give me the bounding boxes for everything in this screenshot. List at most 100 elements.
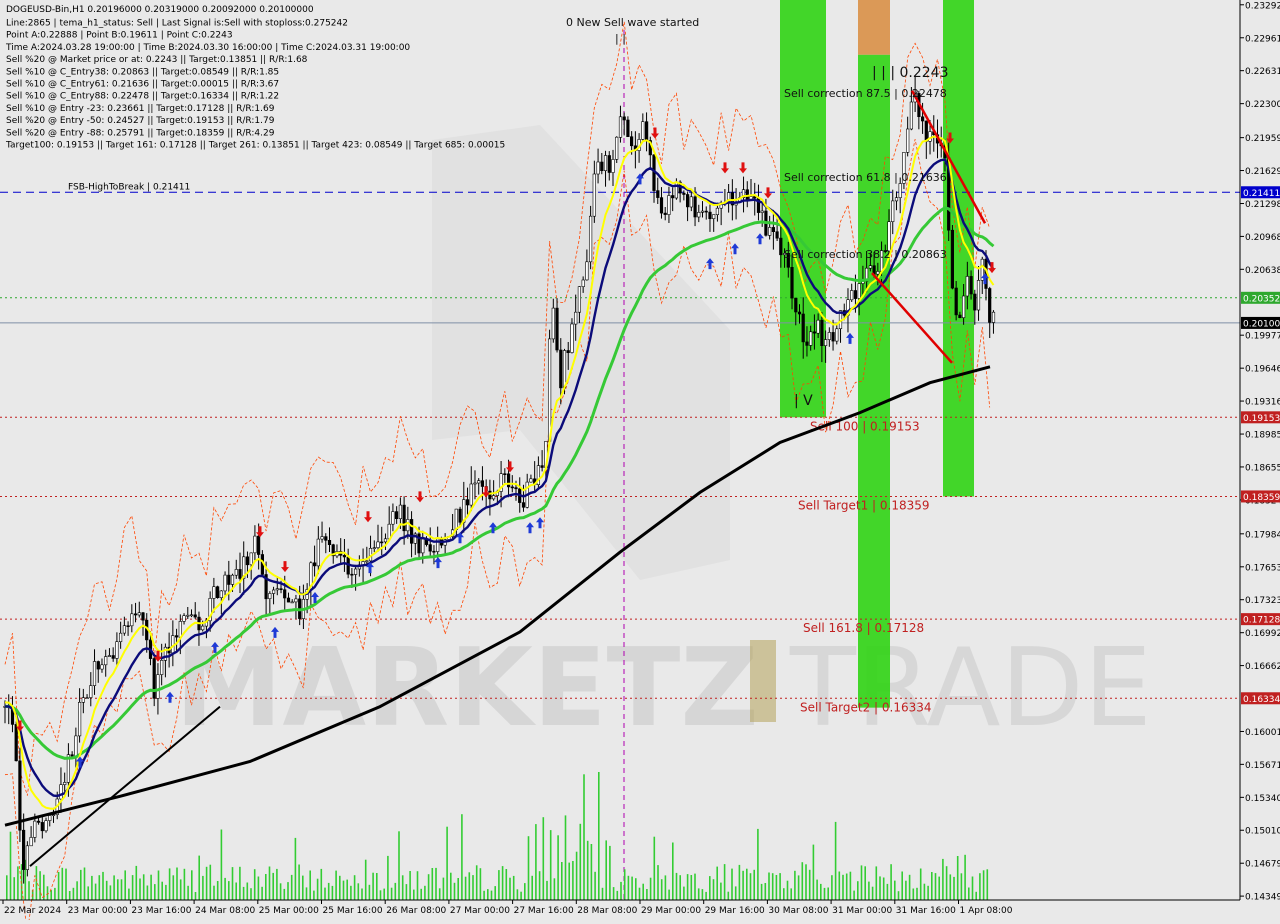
volume-bar <box>535 824 537 900</box>
y-tick-label: 0.18655 <box>1245 463 1280 473</box>
volume-bar <box>39 871 41 900</box>
y-tick-label: 0.21298 <box>1245 200 1280 210</box>
candle-bear <box>152 658 156 699</box>
zone-green-2 <box>858 54 890 708</box>
volume-bar <box>808 869 811 900</box>
volume-bar <box>239 866 241 900</box>
volume-bar <box>442 877 445 900</box>
chart-window: MARKETZ TRADE FSB-HighToBreak | 0.21411 Se… <box>0 0 1280 924</box>
level-label-target1: Sell Target1 | 0.18359 <box>798 498 930 512</box>
volume-bar <box>598 772 600 900</box>
candle-bull <box>51 814 56 817</box>
candle-bull <box>592 173 596 217</box>
candle-bull <box>469 483 473 506</box>
volume-bar <box>749 873 752 900</box>
volume-bar <box>216 881 219 900</box>
candle-bear <box>693 196 697 218</box>
volume-bar <box>623 869 626 900</box>
volume-bar <box>834 821 837 900</box>
volume-bar <box>934 873 937 900</box>
candle-bear <box>488 490 492 500</box>
volume-bar <box>305 887 308 900</box>
volume-bar <box>109 885 112 900</box>
volume-bar <box>83 867 86 900</box>
volume-bar <box>483 890 485 900</box>
candle-bull <box>976 280 981 311</box>
volume-bar <box>742 870 744 900</box>
volume-bar <box>268 866 271 900</box>
candle-bull <box>823 339 828 347</box>
volume-bar <box>727 891 730 900</box>
volume-bar <box>797 875 800 900</box>
x-tick-label: 31 Mar 00:00 <box>832 906 892 916</box>
y-tick-label: 0.19316 <box>1245 398 1280 408</box>
candle-bear <box>394 511 399 520</box>
candle-bull <box>44 820 48 832</box>
volume-bar <box>324 887 326 900</box>
candle-bull <box>991 311 996 323</box>
volume-bar <box>549 830 552 900</box>
volume-bar <box>183 868 186 900</box>
volume-bar <box>364 859 367 900</box>
candle-bear <box>973 293 977 311</box>
candle-bull <box>100 664 104 670</box>
y-tick-label: 0.16992 <box>1245 629 1280 639</box>
candle-bear <box>920 116 925 122</box>
candle-bull <box>92 661 97 686</box>
candle-bull <box>223 574 227 592</box>
volume-bar <box>879 876 881 900</box>
y-tick-label: 0.17323 <box>1245 596 1280 606</box>
volume-bar <box>557 835 559 900</box>
candle-bull <box>249 552 253 566</box>
candle-bull <box>353 568 358 575</box>
volume-bar <box>697 888 700 900</box>
candle-bull <box>615 136 619 160</box>
volume-bar <box>953 876 955 900</box>
volume-bar <box>723 864 726 900</box>
volume-bar <box>738 864 741 900</box>
price-chart[interactable]: MARKETZ TRADE FSB-HighToBreak | 0.21411 Se… <box>0 0 1280 924</box>
volume-bar <box>672 842 674 900</box>
candle-bear <box>506 473 511 488</box>
volume-bar <box>487 889 489 900</box>
volume-bar <box>98 875 101 900</box>
candle-bull <box>29 837 33 847</box>
volume-bar <box>960 873 963 900</box>
volume-bar <box>527 836 530 900</box>
y-tick-label: 0.16662 <box>1245 662 1280 672</box>
candle-bull <box>611 159 615 173</box>
volume-bar <box>76 881 78 900</box>
volume-bar <box>198 855 200 900</box>
volume-bar <box>908 874 911 900</box>
volume-bar <box>405 884 408 900</box>
candle-bull <box>89 685 93 698</box>
candle-bear <box>659 197 664 214</box>
volume-bar <box>135 865 138 900</box>
volume-bar <box>642 883 644 900</box>
candle-bear <box>790 266 794 299</box>
volume-bar <box>394 882 397 900</box>
candle-bear <box>380 541 384 544</box>
volume-bar <box>653 836 656 900</box>
volume-bar <box>202 875 204 900</box>
candle-bull <box>234 569 238 576</box>
volume-bar <box>461 814 463 900</box>
price-tag-label: 0.21411 <box>1243 189 1280 199</box>
volume-bar <box>912 888 915 900</box>
candle-bull <box>178 621 182 638</box>
candle-bear <box>216 586 220 599</box>
candle-bull <box>891 200 895 222</box>
candle-bear <box>954 287 958 316</box>
candle-bear <box>607 155 611 173</box>
x-tick-label: 27 Mar 00:00 <box>450 906 510 916</box>
candle-bear <box>805 341 809 346</box>
candle-bull <box>104 656 108 666</box>
volume-bar <box>757 828 759 900</box>
volume-bar <box>139 878 141 900</box>
volume-bar <box>982 870 985 900</box>
volume-bar <box>790 888 792 900</box>
volume-bar <box>675 872 678 900</box>
candle-bull <box>85 697 89 700</box>
volume-bar <box>120 879 123 900</box>
candle-bull <box>171 635 175 654</box>
